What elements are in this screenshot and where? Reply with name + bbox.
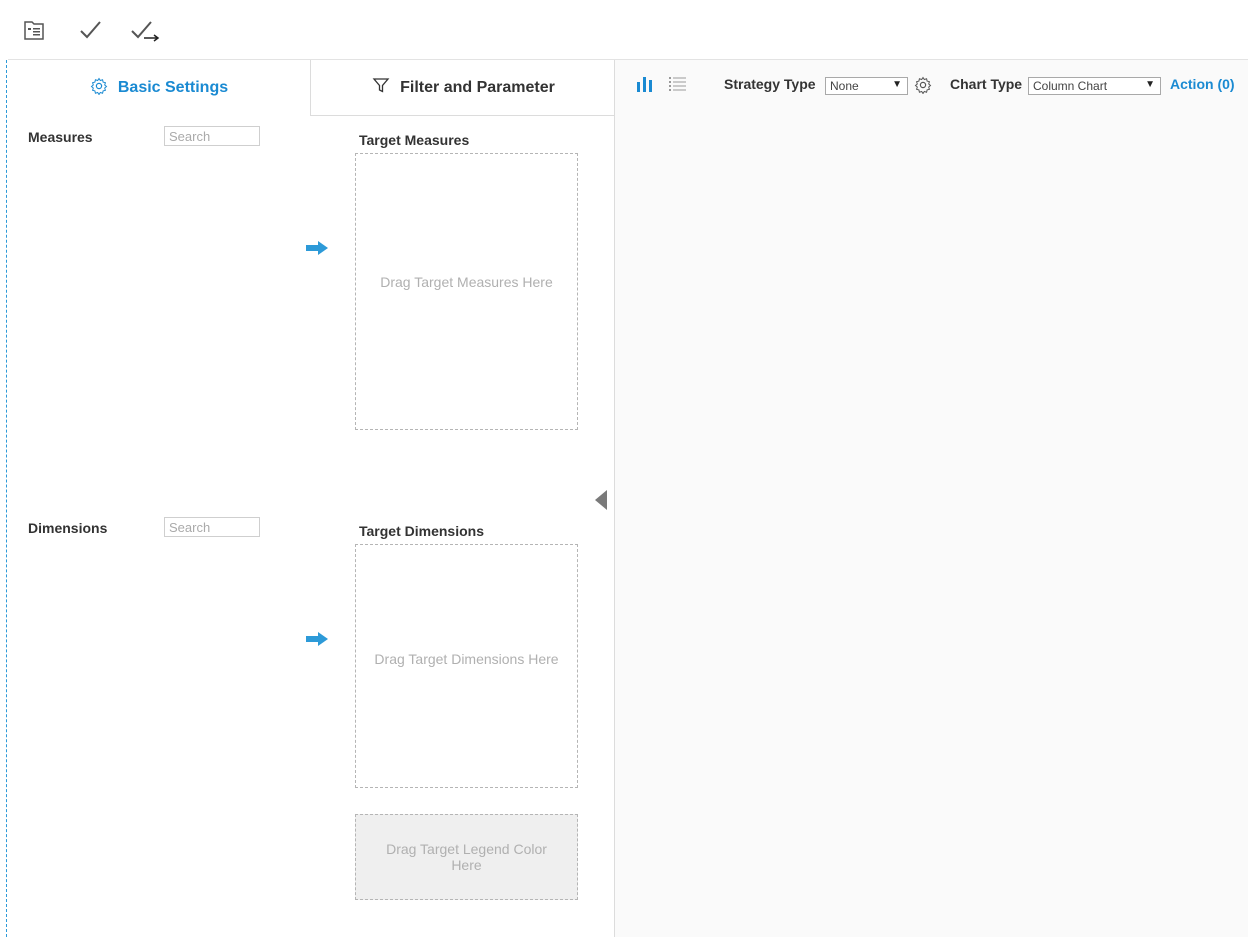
action-link[interactable]: Action (0) — [1170, 76, 1235, 92]
chart-type-value: Column Chart — [1033, 79, 1108, 93]
tab-filter-parameter[interactable]: Filter and Parameter — [310, 60, 616, 116]
chart-type-select[interactable]: Column Chart ▼ — [1028, 77, 1161, 95]
target-measures-dropzone[interactable]: Drag Target Measures Here — [355, 153, 578, 430]
add-measure-arrow-icon[interactable] — [305, 240, 329, 256]
measures-label: Measures — [28, 129, 93, 145]
chevron-down-icon: ▼ — [892, 79, 902, 90]
gear-icon — [90, 77, 108, 100]
add-dimension-arrow-icon[interactable] — [305, 631, 329, 647]
dimensions-search-input[interactable] — [164, 517, 260, 537]
collapse-panel-icon[interactable] — [595, 490, 607, 510]
target-dimensions-dropzone[interactable]: Drag Target Dimensions Here — [355, 544, 578, 788]
chart-preview-panel — [615, 60, 1248, 937]
target-measures-title: Target Measures — [359, 132, 470, 148]
strategy-type-label: Strategy Type — [724, 76, 816, 92]
target-legend-drop-text: Drag Target Legend Color Here — [386, 841, 547, 873]
properties-icon[interactable] — [22, 18, 52, 48]
dimensions-label: Dimensions — [28, 520, 108, 536]
tab-filter-parameter-label: Filter and Parameter — [400, 78, 555, 96]
strategy-type-select[interactable]: None ▼ — [825, 77, 908, 95]
chart-view-icon[interactable] — [636, 75, 656, 98]
check-icon[interactable] — [78, 18, 108, 48]
check-next-icon[interactable] — [130, 18, 160, 48]
tab-basic-settings-label: Basic Settings — [117, 79, 229, 96]
target-legend-color-dropzone[interactable]: Drag Target Legend Color Here — [355, 814, 578, 900]
strategy-settings-gear-icon[interactable] — [914, 76, 932, 99]
measures-search-input[interactable] — [164, 126, 260, 146]
tab-basic-settings[interactable]: Basic Settings — [8, 60, 310, 116]
target-dimensions-title: Target Dimensions — [359, 523, 484, 539]
filter-icon — [372, 76, 390, 99]
left-guide-line — [6, 60, 7, 937]
target-measures-drop-text: Drag Target Measures Here — [380, 273, 553, 290]
target-dimensions-drop-text: Drag Target Dimensions Here — [374, 651, 559, 667]
chevron-down-icon: ▼ — [1145, 79, 1155, 90]
strategy-type-value: None — [830, 79, 859, 93]
list-view-icon[interactable] — [668, 75, 688, 98]
chart-type-label: Chart Type — [950, 76, 1023, 92]
top-toolbar — [0, 0, 1248, 60]
